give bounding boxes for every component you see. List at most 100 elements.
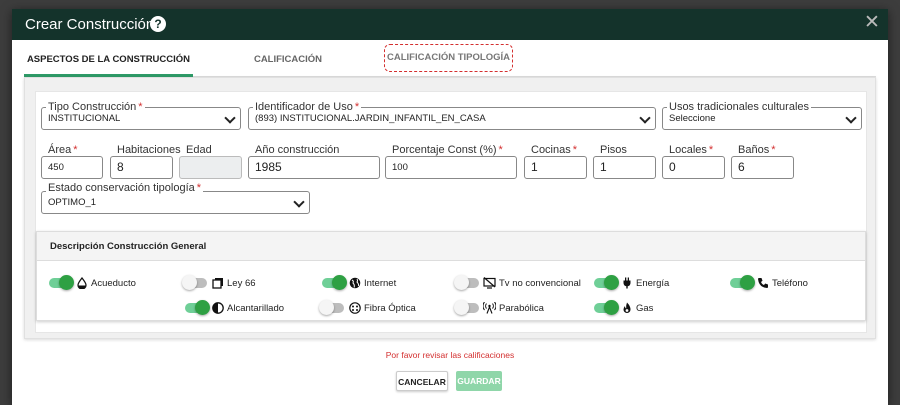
chevron-down-icon xyxy=(639,112,651,124)
anio-construccion-label: Año construcción xyxy=(253,144,342,156)
banos-input[interactable]: Baños * 6 xyxy=(731,144,794,179)
cocinas-input[interactable]: Cocinas * 1 xyxy=(524,144,587,179)
energia-label: Energía xyxy=(636,277,670,289)
pisos-label: Pisos xyxy=(598,144,629,156)
service-telefono[interactable]: Teléfono xyxy=(730,275,808,291)
telefono-label: Teléfono xyxy=(772,277,808,289)
descripcion-title: Descripción Construcción General xyxy=(37,232,865,261)
parabolica-toggle[interactable] xyxy=(454,300,479,315)
water-drop-icon xyxy=(75,277,88,290)
required-marker: * xyxy=(498,144,503,156)
area-value[interactable]: 450 xyxy=(41,156,103,179)
identificador-uso-select[interactable]: Identificador de Uso * (893) INSTITUCIONA… xyxy=(248,101,656,130)
descripcion-construccion-card: Descripción Construcción General Acueduc… xyxy=(36,231,866,321)
usos-tradicionales-select[interactable]: Usos tradicionales culturales Seleccione xyxy=(662,101,862,130)
aspectos-panel: Tipo Construcción * INSTITUCIONAL Identif… xyxy=(24,77,876,339)
fire-icon xyxy=(620,302,633,315)
tipo-construccion-value: INSTITUCIONAL xyxy=(48,113,121,124)
habitaciones-value[interactable]: 8 xyxy=(110,156,173,179)
tipo-construccion-label: Tipo Construcción xyxy=(48,101,137,113)
service-internet[interactable]: Internet xyxy=(322,275,396,291)
required-marker: * xyxy=(73,144,78,156)
save-button[interactable]: GUARDAR xyxy=(456,371,502,391)
close-icon[interactable]: ✕ xyxy=(862,13,882,33)
required-marker: * xyxy=(708,144,714,156)
locales-value[interactable]: 0 xyxy=(662,156,725,179)
chevron-down-icon xyxy=(224,112,236,124)
service-parabolica[interactable]: Parabólica xyxy=(454,300,544,316)
energia-toggle[interactable] xyxy=(594,275,619,290)
help-icon[interactable]: ? xyxy=(150,16,166,32)
service-ley-66[interactable]: Ley 66 xyxy=(182,275,256,291)
dialog-header: Crear Construcción ? ✕ xyxy=(12,9,888,40)
chevron-down-icon xyxy=(845,112,857,124)
pisos-input[interactable]: Pisos 1 xyxy=(593,144,656,179)
porcentaje-const-label: Porcentaje Const (%) xyxy=(392,144,497,156)
fibra-optica-label: Fibra Óptica xyxy=(364,302,416,314)
fibra-optica-toggle[interactable] xyxy=(319,300,344,315)
anio-construccion-value[interactable]: 1985 xyxy=(248,156,380,179)
warning-message: Por favor revisar las calificaciones xyxy=(385,350,515,360)
tipo-construccion-select[interactable]: Tipo Construcción * INSTITUCIONAL xyxy=(41,101,241,130)
cancel-button[interactable]: CANCELAR xyxy=(396,371,448,391)
chevron-down-icon xyxy=(293,196,305,208)
tv-no-convencional-label: Tv no convencional xyxy=(499,277,581,289)
alcantarillado-toggle[interactable] xyxy=(185,300,210,315)
banos-value[interactable]: 6 xyxy=(731,156,794,179)
service-fibra-optica[interactable]: Fibra Óptica xyxy=(319,300,416,316)
parabolica-label: Parabólica xyxy=(499,302,544,314)
identificador-uso-value: (893) INSTITUCIONAL.JARDIN_INFANTIL_EN_C… xyxy=(255,113,486,124)
tv-off-icon xyxy=(483,277,496,290)
area-input[interactable]: Área * 450 xyxy=(41,144,103,179)
service-acueducto[interactable]: Acueducto xyxy=(49,275,136,291)
service-tv-no-convencional[interactable]: Tv no convencional xyxy=(454,275,581,291)
telefono-toggle[interactable] xyxy=(730,275,755,290)
fiber-optic-icon xyxy=(348,302,361,315)
edad-input: Edad xyxy=(179,144,242,179)
dialog-title: Crear Construcción xyxy=(25,16,155,33)
cocinas-label: Cocinas xyxy=(531,144,571,156)
tab-calificacion-tipologia[interactable]: CALIFICACIÓN TIPOLOGÍA xyxy=(384,44,513,72)
cocinas-value[interactable]: 1 xyxy=(524,156,587,179)
required-marker: * xyxy=(572,144,578,156)
tab-bar: ASPECTOS DE LA CONSTRUCCIÓN CALIFICACIÓN… xyxy=(24,44,876,77)
required-marker: * xyxy=(354,101,360,113)
copy-icon xyxy=(211,277,224,290)
service-alcantarillado[interactable]: Alcantarillado xyxy=(185,300,284,316)
gas-label: Gas xyxy=(636,302,654,314)
porcentaje-const-value[interactable]: 100 xyxy=(385,156,517,179)
acueducto-label: Acueducto xyxy=(91,277,136,289)
banos-label: Baños xyxy=(738,144,770,156)
anio-construccion-input[interactable]: Año construcción 1985 xyxy=(248,144,380,179)
usos-tradicionales-value: Seleccione xyxy=(669,113,716,124)
service-gas[interactable]: Gas xyxy=(594,300,653,316)
phone-icon xyxy=(756,277,769,290)
required-marker: * xyxy=(196,182,202,194)
gas-toggle[interactable] xyxy=(594,300,619,315)
pisos-value[interactable]: 1 xyxy=(593,156,656,179)
edad-value xyxy=(179,156,242,179)
porcentaje-const-input[interactable]: Porcentaje Const (%) * 100 xyxy=(385,144,517,179)
half-circle-icon xyxy=(211,302,224,315)
locales-input[interactable]: Locales * 0 xyxy=(662,144,725,179)
estado-conservacion-select[interactable]: Estado conservación tipología * OPTIMO_1 xyxy=(41,182,310,214)
service-energia[interactable]: Energía xyxy=(594,275,669,291)
estado-conservacion-value-box[interactable]: OPTIMO_1 xyxy=(41,191,310,214)
estado-conservacion-label: Estado conservación tipología xyxy=(48,182,195,194)
globe-icon xyxy=(348,277,361,290)
locales-label: Locales xyxy=(669,144,707,156)
required-marker: * xyxy=(138,101,143,113)
internet-label: Internet xyxy=(364,277,397,289)
internet-toggle[interactable] xyxy=(322,275,347,290)
plug-icon xyxy=(620,277,633,290)
tab-calificacion[interactable]: CALIFICACIÓN xyxy=(214,48,362,77)
satellite-antenna-icon xyxy=(483,302,496,315)
tv-no-convencional-toggle[interactable] xyxy=(454,275,479,290)
identificador-uso-label: Identificador de Uso xyxy=(255,101,353,113)
ley-66-toggle[interactable] xyxy=(182,275,207,290)
tab-aspectos-construccion[interactable]: ASPECTOS DE LA CONSTRUCCIÓN xyxy=(24,48,193,77)
ley-66-label: Ley 66 xyxy=(227,277,256,289)
form-area: Tipo Construcción * INSTITUCIONAL Identif… xyxy=(35,91,867,333)
habitaciones-input[interactable]: Habitaciones 8 xyxy=(110,144,183,179)
acueducto-toggle[interactable] xyxy=(49,275,74,290)
